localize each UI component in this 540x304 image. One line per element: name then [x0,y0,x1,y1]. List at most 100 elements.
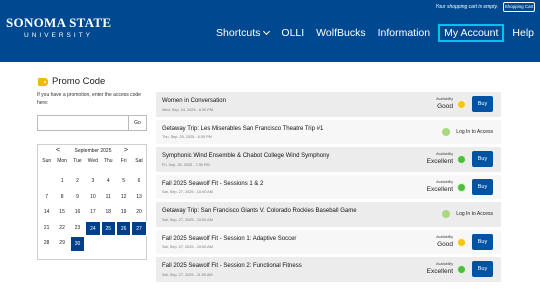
calendar-day[interactable]: 8 [54,190,69,206]
calendar-days: 1 2 3 4 5 6 7 8 9 10 11 12 13 14 15 16 17 18 19 20 21 22 23 24 2… [39,174,147,252]
event-date: Thu, Sep. 25, 2025 - 6:30 PM [162,135,212,139]
promo-code-input[interactable] [37,115,129,131]
calendar-day[interactable]: 19 [116,205,131,221]
event-title[interactable]: Fall 2025 Seawolf Fit - Sessions 1 & 2 [162,181,263,187]
event-title[interactable]: Fall 2025 Seawolf Fit - Session 1: Adapt… [162,236,296,242]
calendar-empty-cell [85,236,100,252]
calendar-day[interactable]: 20 [131,205,146,221]
calendar-empty-cell [101,236,116,252]
calendar-day[interactable]: 10 [85,190,100,206]
availability-label: Availability [436,262,453,266]
calendar-empty-cell [116,236,131,252]
weekday-label: Fri [120,158,127,164]
calendar-day[interactable]: 17 [85,205,100,221]
event-row[interactable]: Fall 2025 Seawolf Fit - Session 2: Funct… [156,257,501,282]
nav-shortcuts-label: Shortcuts [216,27,261,39]
event-row[interactable]: Fall 2025 Seawolf Fit - Sessions 1 & 2 Sa… [156,174,501,199]
event-title[interactable]: Getaway Trip: Les Miserables San Francis… [162,126,323,132]
event-title[interactable]: Getaway Trip: San Francisco Giants V. Co… [162,208,357,214]
university-logo[interactable]: SONOMA STATE UNIVERSITY [6,16,111,39]
calendar-day[interactable]: 9 [70,190,85,206]
event-row[interactable]: Getaway Trip: San Francisco Giants V. Co… [156,202,501,227]
availability-value: Good [437,103,453,110]
event-date: Sat, Sep. 27, 2025 - 10:00 AM [162,190,213,194]
weekday-label: Sat [135,158,143,164]
buy-button[interactable]: Buy [472,178,493,195]
calendar-day[interactable]: 26 [115,220,132,236]
availability-label: Availability [436,179,453,184]
calendar-day[interactable]: 4 [101,174,116,190]
event-row[interactable]: Symphonic Wind Ensemble & Chabot College… [156,147,501,172]
calendar-day[interactable]: 6 [131,174,146,190]
availability-label: Availability [436,97,453,101]
calendar-day[interactable]: 5 [116,174,131,190]
calendar-day[interactable]: 25 [100,220,116,236]
event-row[interactable]: Getaway Trip: Les Miserables San Francis… [156,119,501,144]
nav-olli[interactable]: OLLI [275,24,310,42]
buy-button[interactable]: Buy [472,96,493,112]
event-title[interactable]: Women in Conversation [162,98,226,104]
availability-value: Excellent [426,268,453,275]
calendar-day[interactable]: 11 [101,190,116,206]
buy-button[interactable]: Buy [472,151,493,167]
calendar-day[interactable]: 14 [39,205,54,221]
calendar-day[interactable]: 13 [131,190,146,206]
calendar-month-label: September 2025 [74,148,112,154]
availability: Availability Excellent [427,152,453,165]
promo-title-text: Promo Code [52,76,106,87]
nav-my-account[interactable]: My Account [438,24,505,42]
logo-sub-text: UNIVERSITY [24,32,94,39]
calendar-empty-cell [131,236,146,252]
availability-value: Excellent [426,158,453,165]
event-title[interactable]: Fall 2025 Seawolf Fit - Session 2: Funct… [162,263,302,269]
event-list: Women in Conversation Wed, Sep. 24, 2025 … [156,92,501,285]
login-to-access[interactable]: Log In to Access [442,210,493,218]
event-row[interactable]: Fall 2025 Seawolf Fit - Session 1: Adapt… [156,229,501,254]
weekday-label: Tue [73,158,82,164]
calendar-day[interactable]: 22 [54,221,69,237]
calendar-day[interactable]: 29 [54,236,69,252]
buy-button[interactable]: Buy [472,233,493,250]
calendar-day[interactable]: 28 [39,236,54,252]
shopping-cart-button[interactable]: Shopping Cart [503,2,535,12]
event-date: Fri, Sep. 26, 2025 - 7:30 PM [162,162,210,167]
calendar-day[interactable]: 21 [39,221,54,237]
calendar-weekdays: Sun Mon Tue Wed Thu Fri Sat [39,158,147,164]
calendar-day[interactable]: 2 [70,174,85,190]
availability-status-icon [457,155,466,164]
calendar-day[interactable]: 27 [131,220,147,236]
availability-value: Excellent [426,185,453,193]
event-calendar: < September 2025 > Sun Mon Tue Wed Thu Fri Sat… [37,144,147,260]
nav-help[interactable]: Help [506,24,540,42]
go-button[interactable]: Go [129,115,147,131]
event-row[interactable]: Women in Conversation Wed, Sep. 24, 2025 … [156,92,501,117]
event-date: Sat, Sep. 27, 2025 - 11:00 AM [162,272,213,277]
tag-icon [38,77,48,86]
nav-wolfbucks[interactable]: WolfBucks [310,24,371,42]
calendar-day[interactable]: 24 [85,220,101,236]
availability-label: Availability [436,234,453,239]
calendar-day[interactable]: 23 [70,221,85,237]
calendar-day[interactable]: 16 [70,205,85,221]
calendar-day[interactable]: 1 [54,174,69,190]
nav-shortcuts[interactable]: Shortcuts [210,24,275,42]
weekday-label: Thu [103,158,113,164]
event-date: Wed, Sep. 24, 2025 - 6:30 PM [162,107,214,112]
nav-information[interactable]: Information [372,24,437,42]
calendar-day[interactable]: 18 [101,205,116,221]
login-to-access[interactable]: Log In to Access [442,127,493,136]
availability-value: Good [437,240,453,248]
event-title[interactable]: Symphonic Wind Ensemble & Chabot College… [162,153,329,159]
event-date: Sat, Sep. 27, 2025 - 10:00 AM [162,217,213,222]
next-month-button[interactable]: > [124,147,128,154]
cart-status-message: Your shopping cart is empty. [435,4,498,10]
login-to-access-label: Log In to Access [456,211,493,217]
calendar-day[interactable]: 7 [39,190,54,206]
buy-button[interactable]: Buy [472,261,493,277]
calendar-day[interactable]: 12 [116,190,131,206]
calendar-day[interactable]: 15 [54,205,69,221]
calendar-day[interactable]: 3 [85,174,100,190]
availability-label: Availability [436,152,453,156]
calendar-day[interactable]: 30 [69,236,86,252]
event-date: Sat, Sep. 27, 2025 - 10:00 AM [162,245,213,249]
